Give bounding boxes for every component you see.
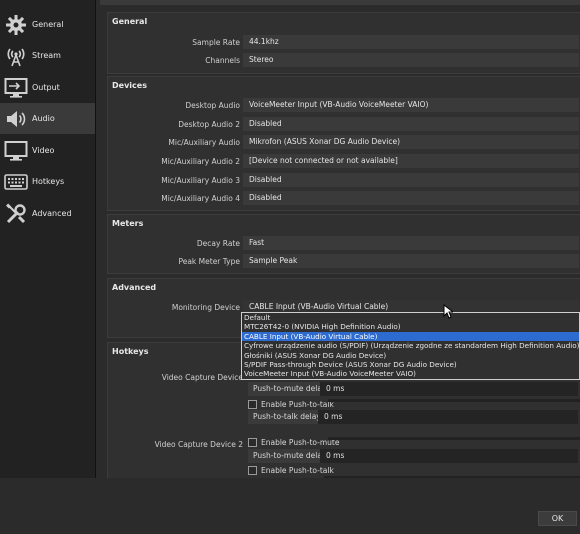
push-to-mute-delay-2-input[interactable]: 0 ms	[320, 449, 578, 463]
settings-content: General Sample Rate 44.1khz Channels Ste…	[105, 0, 580, 478]
mic-aux-audio-select[interactable]: Mikrofon (ASUS Xonar DG Audio Device)	[243, 135, 579, 149]
peak-meter-type-label: Peak Meter Type	[178, 257, 240, 266]
mic-aux-audio-4-label: Mic/Auxiliary Audio 4	[161, 194, 240, 203]
mic-aux-audio-3-label: Mic/Auxiliary Audio 3	[161, 176, 240, 185]
dropdown-option[interactable]: MTC26T42-0 (NVIDIA High Definition Audio…	[242, 322, 579, 331]
checkbox-box[interactable]	[248, 465, 257, 475]
sidebar-item-label: Video	[32, 146, 55, 155]
settings-sidebar: General Stream Output Audio Video Hotkey…	[0, 0, 96, 478]
desktop-audio-2-label: Desktop Audio 2	[178, 120, 240, 129]
mouse-cursor-icon	[443, 303, 455, 321]
section-title: Devices	[112, 81, 147, 90]
sidebar-item-label: Audio	[32, 114, 55, 123]
sidebar-item-video[interactable]: Video	[0, 135, 95, 166]
desktop-audio-select[interactable]: VoiceMeeter Input (VB-Audio VoiceMeeter …	[243, 98, 579, 112]
dropdown-option[interactable]: Głośniki (ASUS Xonar DG Audio Device)	[242, 351, 579, 360]
sample-rate-select[interactable]: 44.1khz	[243, 35, 579, 49]
push-to-mute-delay-label: Push-to-mute delay	[253, 451, 327, 460]
section-title: General	[112, 17, 148, 26]
meters-section: Meters Decay Rate Fast Peak Meter Type S…	[107, 214, 580, 274]
dropdown-option[interactable]: Cyfrowe urządzenie audio (S/PDIF) (Urząd…	[242, 341, 579, 350]
sidebar-item-audio[interactable]: Audio	[0, 103, 95, 134]
sidebar-item-advanced[interactable]: Advanced	[0, 198, 95, 229]
dropdown-option-selected[interactable]: CABLE Input (VB-Audio Virtual Cable)	[242, 331, 579, 342]
ok-button[interactable]: OK	[538, 511, 577, 526]
enable-push-to-talk-2-checkbox[interactable]: Enable Push-to-talk	[248, 464, 334, 476]
antenna-icon	[2, 44, 30, 68]
checkbox-label: Enable Push-to-talk	[261, 399, 334, 409]
hotkey-strip	[328, 399, 580, 402]
push-to-mute-delay-row: Push-to-mute delay 0 ms	[248, 382, 578, 396]
peak-meter-type-select[interactable]: Sample Peak	[243, 254, 579, 268]
monitoring-device-dropdown[interactable]: Default MTC26T42-0 (NVIDIA High Definiti…	[241, 312, 580, 380]
sidebar-item-output[interactable]: Output	[0, 72, 95, 103]
general-section: General Sample Rate 44.1khz Channels Ste…	[107, 12, 580, 74]
checkbox-box[interactable]	[248, 437, 257, 447]
speaker-icon	[2, 107, 30, 131]
dialog-footer	[0, 478, 580, 534]
push-to-talk-delay-row: Push-to-talk delay 0 ms	[248, 410, 578, 424]
push-to-talk-delay-input[interactable]: 0 ms	[318, 410, 578, 424]
hotkey-strip	[328, 437, 580, 440]
desktop-audio-label: Desktop Audio	[185, 101, 240, 110]
sidebar-item-label: Stream	[32, 51, 61, 60]
channels-select[interactable]: Stereo	[243, 53, 579, 67]
sidebar-item-general[interactable]: General	[0, 9, 95, 40]
video-capture-device-label: Video Capture Device	[161, 373, 243, 382]
dropdown-option[interactable]: VoiceMeeter Input (VB-Audio VoiceMeeter …	[242, 369, 579, 378]
sidebar-item-label: Advanced	[32, 209, 72, 218]
monitoring-device-label: Monitoring Device	[171, 303, 240, 312]
video-capture-device-2-label: Video Capture Device 2	[154, 440, 243, 449]
desktop-audio-2-select[interactable]: Disabled	[243, 117, 579, 131]
display-icon	[2, 139, 30, 163]
devices-section: Devices Desktop Audio VoiceMeeter Input …	[107, 76, 580, 211]
checkbox-box[interactable]	[248, 399, 257, 409]
sidebar-item-hotkeys[interactable]: Hotkeys	[0, 166, 95, 197]
mic-aux-audio-label: Mic/Auxiliary Audio	[168, 138, 240, 147]
push-to-talk-delay-label: Push-to-talk delay	[253, 412, 321, 421]
sidebar-item-stream[interactable]: Stream	[0, 40, 95, 71]
push-to-mute-delay-label: Push-to-mute delay	[253, 384, 327, 393]
section-title: Advanced	[112, 283, 157, 292]
sidebar-item-label: General	[32, 20, 64, 29]
mic-aux-audio-3-select[interactable]: Disabled	[243, 173, 579, 187]
dropdown-option[interactable]: S/PDIF Pass-through Device (ASUS Xonar D…	[242, 360, 579, 369]
decay-rate-select[interactable]: Fast	[243, 236, 579, 250]
mic-aux-audio-2-label: Mic/Auxiliary Audio 2	[161, 157, 240, 166]
enable-push-to-mute-checkbox[interactable]: Enable Push-to-mute	[248, 436, 339, 448]
sidebar-item-label: Output	[32, 83, 60, 92]
checkbox-label: Enable Push-to-talk	[261, 465, 334, 475]
mic-aux-audio-2-select[interactable]: [Device not connected or not available]	[243, 154, 579, 168]
keyboard-icon	[2, 170, 30, 194]
sidebar-item-label: Hotkeys	[32, 177, 65, 186]
section-title: Hotkeys	[112, 347, 149, 356]
wrench-icon	[2, 202, 30, 226]
sample-rate-label: Sample Rate	[192, 38, 240, 47]
section-title: Meters	[112, 219, 144, 228]
mic-aux-audio-4-select[interactable]: Disabled	[243, 191, 579, 205]
dropdown-option[interactable]: Default	[242, 313, 579, 322]
push-to-mute-delay-input[interactable]: 0 ms	[320, 382, 578, 396]
channels-label: Channels	[205, 56, 240, 65]
gear-icon	[2, 13, 30, 37]
decay-rate-label: Decay Rate	[196, 239, 240, 248]
enable-push-to-talk-checkbox[interactable]: Enable Push-to-talk	[248, 398, 334, 410]
monitor-icon	[2, 76, 30, 100]
push-to-mute-delay-2-row: Push-to-mute delay 0 ms	[248, 449, 578, 463]
